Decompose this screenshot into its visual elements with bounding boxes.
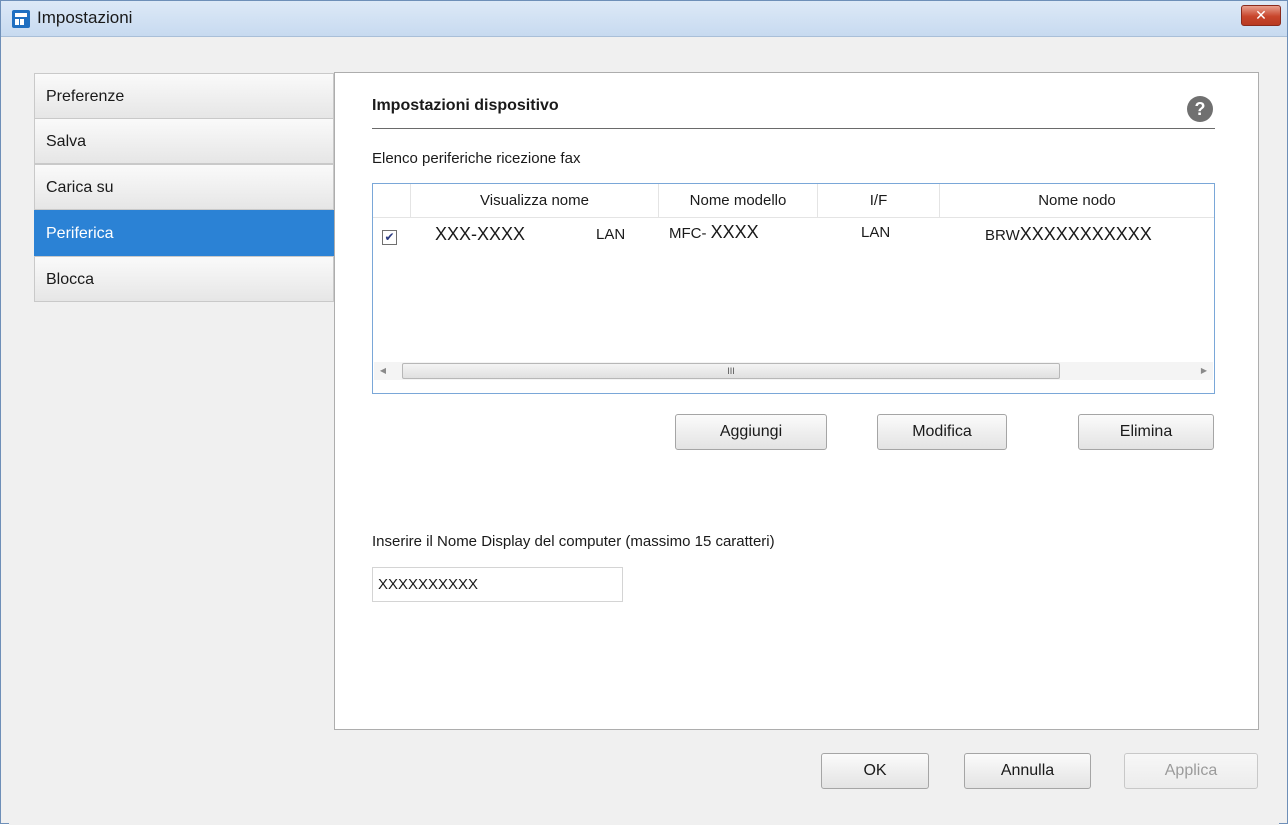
settings-panel: Impostazioni dispositivo ? Elenco perife…: [334, 72, 1259, 730]
delete-button[interactable]: Elimina: [1078, 414, 1214, 450]
list-header: Visualizza nome Nome modello I/F Nome no…: [373, 184, 1214, 218]
sidebar-item-preferenze[interactable]: Preferenze: [34, 73, 334, 119]
app-icon: [12, 10, 30, 28]
sidebar-item-blocca[interactable]: Blocca: [34, 256, 334, 302]
device-list[interactable]: Visualizza nome Nome modello I/F Nome no…: [372, 183, 1215, 394]
ok-button[interactable]: OK: [821, 753, 929, 789]
display-name-input[interactable]: XXXXXXXXXX: [372, 567, 623, 602]
settings-window: Impostazioni ✕ Preferenze Salva Carica s…: [0, 0, 1288, 825]
window-content: Preferenze Salva Carica su Periferica Bl…: [9, 38, 1279, 825]
display-name-label: Inserire il Nome Display del computer (m…: [372, 533, 775, 550]
display-name-cell: XXX-XXXX: [435, 224, 526, 244]
column-header-node-name[interactable]: Nome nodo: [940, 184, 1214, 218]
column-header-interface[interactable]: I/F: [818, 184, 940, 218]
cancel-button[interactable]: Annulla: [964, 753, 1091, 789]
column-header-checkbox[interactable]: [373, 184, 411, 218]
scroll-thumb[interactable]: III: [402, 363, 1060, 379]
device-list-label: Elenco periferiche ricezione fax: [372, 150, 581, 167]
window-title: Impostazioni: [37, 8, 133, 27]
sidebar-item-salva[interactable]: Salva: [34, 118, 334, 164]
column-header-display-name[interactable]: Visualizza nome: [411, 184, 659, 218]
section-title: Impostazioni dispositivo: [372, 97, 559, 114]
sidebar-item-carica-su[interactable]: Carica su: [34, 164, 334, 210]
title-bar[interactable]: Impostazioni ✕: [1, 1, 1287, 37]
horizontal-scrollbar[interactable]: ◀ III ▶: [374, 362, 1213, 380]
interface-cell: LAN: [861, 224, 891, 241]
column-header-model-name[interactable]: Nome modello: [659, 184, 818, 218]
scroll-right-icon[interactable]: ▶: [1197, 364, 1211, 378]
close-button[interactable]: ✕: [1241, 5, 1281, 26]
display-name-interface: LAN: [596, 226, 626, 243]
device-checkbox[interactable]: ✔: [382, 230, 397, 245]
help-icon[interactable]: ?: [1187, 96, 1213, 122]
scroll-left-icon[interactable]: ◀: [376, 364, 390, 378]
list-row[interactable]: ✔ XXX-XXXX LAN MFC- XXXX LAN BRWXXXXXXXX…: [373, 220, 1214, 252]
model-name-value: XXXX: [710, 222, 759, 242]
add-button[interactable]: Aggiungi: [675, 414, 827, 450]
edit-button[interactable]: Modifica: [877, 414, 1007, 450]
section-divider: [372, 128, 1215, 129]
sidebar: Preferenze Salva Carica su Periferica Bl…: [34, 73, 334, 333]
node-name-prefix: BRW: [985, 227, 1020, 244]
apply-button[interactable]: Applica: [1124, 753, 1258, 789]
node-name-value: XXXXXXXXXXX: [1019, 224, 1152, 244]
model-name-prefix: MFC-: [669, 225, 711, 242]
node-name-cell: BRWXXXXXXXXXXX: [985, 224, 1152, 245]
model-name-cell: MFC- XXXX: [669, 222, 759, 243]
sidebar-item-periferica[interactable]: Periferica: [34, 210, 334, 256]
